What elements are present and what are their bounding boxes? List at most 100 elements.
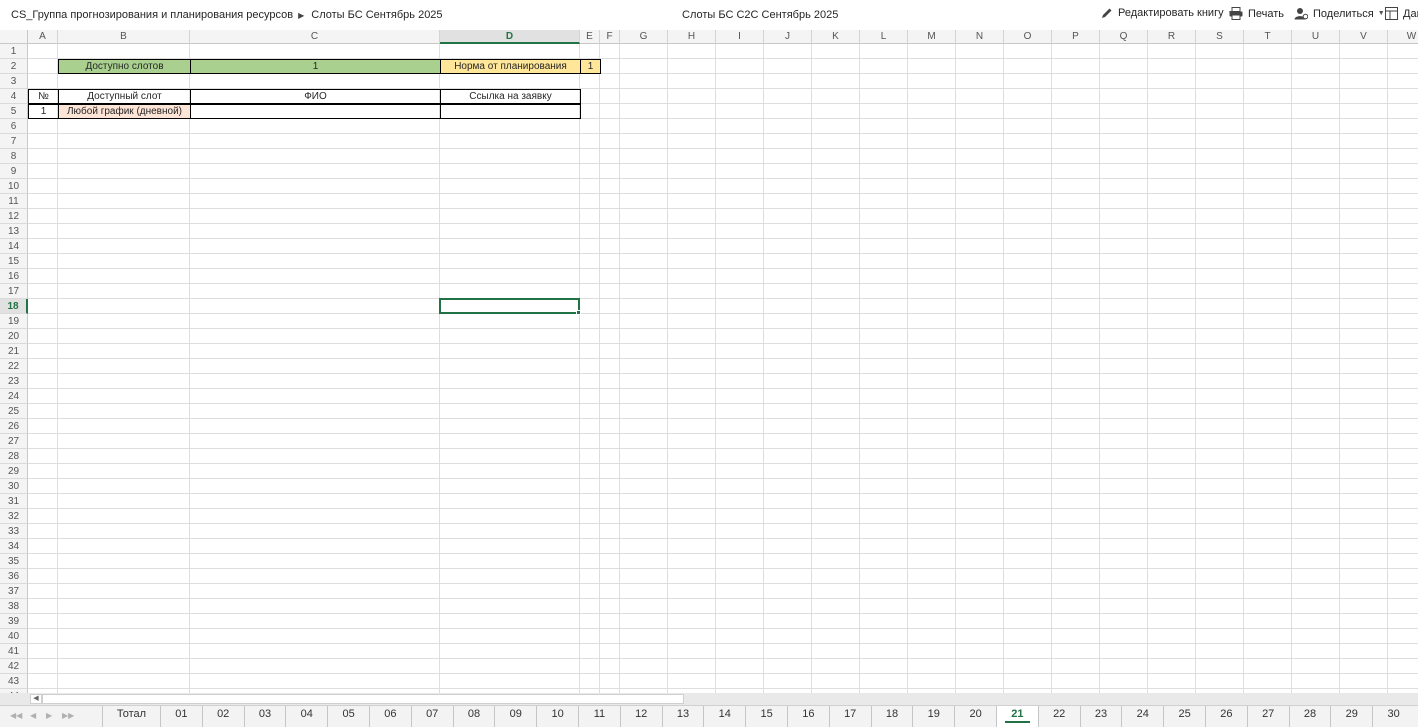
- row-header-38[interactable]: 38: [0, 599, 28, 614]
- row-header-14[interactable]: 14: [0, 239, 28, 254]
- row-header-6[interactable]: 6: [0, 119, 28, 134]
- column-header-c[interactable]: C: [190, 30, 440, 44]
- sheet-tab-21[interactable]: 21: [996, 706, 1038, 727]
- row-header-40[interactable]: 40: [0, 629, 28, 644]
- sheet-tab-28[interactable]: 28: [1288, 706, 1331, 727]
- breadcrumb-folder[interactable]: CS_Группа прогнозирования и планирования…: [11, 9, 293, 21]
- sheet-tab-10[interactable]: 10: [536, 706, 578, 727]
- sheet-tab-03[interactable]: 03: [243, 706, 286, 727]
- sheet-tab-09[interactable]: 09: [494, 706, 536, 727]
- column-header-a[interactable]: A: [28, 30, 58, 44]
- sheet-tab-15[interactable]: 15: [745, 706, 787, 727]
- sheet-tab-08[interactable]: 08: [452, 706, 495, 727]
- sheet-tab-27[interactable]: 27: [1246, 706, 1289, 727]
- print-button[interactable]: Печать: [1229, 7, 1284, 20]
- sheet-tab-12[interactable]: 12: [619, 706, 662, 727]
- scroll-left-icon[interactable]: ◀: [30, 694, 42, 704]
- column-header-p[interactable]: P: [1052, 30, 1100, 44]
- row-header-3[interactable]: 3: [0, 74, 28, 89]
- cell-d4[interactable]: Ссылка на заявку: [440, 89, 581, 104]
- sheet-tab-20[interactable]: 20: [954, 706, 996, 727]
- row-header-9[interactable]: 9: [0, 164, 28, 179]
- sheet-tab-13[interactable]: 13: [661, 706, 704, 727]
- first-sheet-icon[interactable]: ◀◀: [10, 711, 22, 720]
- row-header-41[interactable]: 41: [0, 644, 28, 659]
- data-button[interactable]: Дан: [1385, 7, 1418, 20]
- cell-d2[interactable]: Норма от планирования: [440, 59, 581, 74]
- column-header-f[interactable]: F: [600, 30, 620, 44]
- cell-b2[interactable]: Доступно слотов: [58, 59, 191, 74]
- row-header-35[interactable]: 35: [0, 554, 28, 569]
- column-header-g[interactable]: G: [620, 30, 668, 44]
- row-header-12[interactable]: 12: [0, 209, 28, 224]
- row-header-32[interactable]: 32: [0, 509, 28, 524]
- select-all-corner[interactable]: [0, 30, 28, 44]
- row-header-5[interactable]: 5: [0, 104, 28, 119]
- row-header-23[interactable]: 23: [0, 374, 28, 389]
- active-cell-d18[interactable]: [439, 298, 580, 314]
- column-header-u[interactable]: U: [1292, 30, 1340, 44]
- row-header-19[interactable]: 19: [0, 314, 28, 329]
- row-header-31[interactable]: 31: [0, 494, 28, 509]
- row-header-18[interactable]: 18: [0, 299, 28, 314]
- sheet-tab-04[interactable]: 04: [285, 706, 327, 727]
- row-header-17[interactable]: 17: [0, 284, 28, 299]
- spreadsheet-grid[interactable]: Доступно слотов 1 Норма от планирования …: [0, 30, 1418, 693]
- row-header-10[interactable]: 10: [0, 179, 28, 194]
- column-header-e[interactable]: E: [580, 30, 600, 44]
- row-header-37[interactable]: 37: [0, 584, 28, 599]
- row-header-22[interactable]: 22: [0, 359, 28, 374]
- row-header-4[interactable]: 4: [0, 89, 28, 104]
- row-header-13[interactable]: 13: [0, 224, 28, 239]
- row-header-2[interactable]: 2: [0, 59, 28, 74]
- sheet-tab-30[interactable]: 30: [1372, 706, 1414, 727]
- column-header-q[interactable]: Q: [1100, 30, 1148, 44]
- row-header-30[interactable]: 30: [0, 479, 28, 494]
- fill-handle[interactable]: [576, 310, 581, 315]
- row-header-42[interactable]: 42: [0, 659, 28, 674]
- cell-a4[interactable]: №: [28, 89, 59, 104]
- row-header-39[interactable]: 39: [0, 614, 28, 629]
- sheet-tab-23[interactable]: 23: [1079, 706, 1122, 727]
- sheet-tab-24[interactable]: 24: [1121, 706, 1163, 727]
- column-header-v[interactable]: V: [1340, 30, 1388, 44]
- last-sheet-icon[interactable]: ▶▶: [62, 711, 74, 720]
- column-header-h[interactable]: H: [668, 30, 716, 44]
- row-header-21[interactable]: 21: [0, 344, 28, 359]
- horizontal-scrollbar[interactable]: ◀: [0, 693, 1418, 705]
- share-button[interactable]: Поделиться ▼: [1294, 7, 1385, 20]
- row-header-7[interactable]: 7: [0, 134, 28, 149]
- column-header-n[interactable]: N: [956, 30, 1004, 44]
- row-header-36[interactable]: 36: [0, 569, 28, 584]
- sheet-tab-25[interactable]: 25: [1163, 706, 1205, 727]
- row-header-43[interactable]: 43: [0, 674, 28, 689]
- row-header-25[interactable]: 25: [0, 404, 28, 419]
- sheet-tab-02[interactable]: 02: [201, 706, 244, 727]
- row-header-11[interactable]: 11: [0, 194, 28, 209]
- row-header-28[interactable]: 28: [0, 449, 28, 464]
- row-header-16[interactable]: 16: [0, 269, 28, 284]
- sheet-tab-22[interactable]: 22: [1037, 706, 1080, 727]
- cell-c5[interactable]: [190, 104, 441, 119]
- cell-c4[interactable]: ФИО: [190, 89, 441, 104]
- cell-a5[interactable]: 1: [28, 104, 59, 119]
- sheet-tab-16[interactable]: 16: [787, 706, 829, 727]
- column-header-k[interactable]: K: [812, 30, 860, 44]
- cell-e2[interactable]: 1: [580, 59, 601, 74]
- next-sheet-icon[interactable]: ▶: [46, 711, 52, 720]
- column-header-w[interactable]: W: [1388, 30, 1418, 44]
- sheet-tab-06[interactable]: 06: [369, 706, 411, 727]
- row-header-20[interactable]: 20: [0, 329, 28, 344]
- column-header-d[interactable]: D: [440, 30, 580, 44]
- row-header-8[interactable]: 8: [0, 149, 28, 164]
- sheet-tab-26[interactable]: 26: [1205, 706, 1247, 727]
- scrollbar-thumb[interactable]: [42, 694, 684, 704]
- column-header-s[interactable]: S: [1196, 30, 1244, 44]
- edit-workbook-button[interactable]: Редактировать книгу ▼: [1101, 7, 1235, 19]
- column-header-b[interactable]: B: [58, 30, 190, 44]
- sheet-tab-19[interactable]: 19: [912, 706, 954, 727]
- breadcrumb-file[interactable]: Слоты БС Сентябрь 2025: [311, 9, 442, 21]
- sheet-tab-07[interactable]: 07: [410, 706, 453, 727]
- row-header-33[interactable]: 33: [0, 524, 28, 539]
- sheet-tab-18[interactable]: 18: [870, 706, 913, 727]
